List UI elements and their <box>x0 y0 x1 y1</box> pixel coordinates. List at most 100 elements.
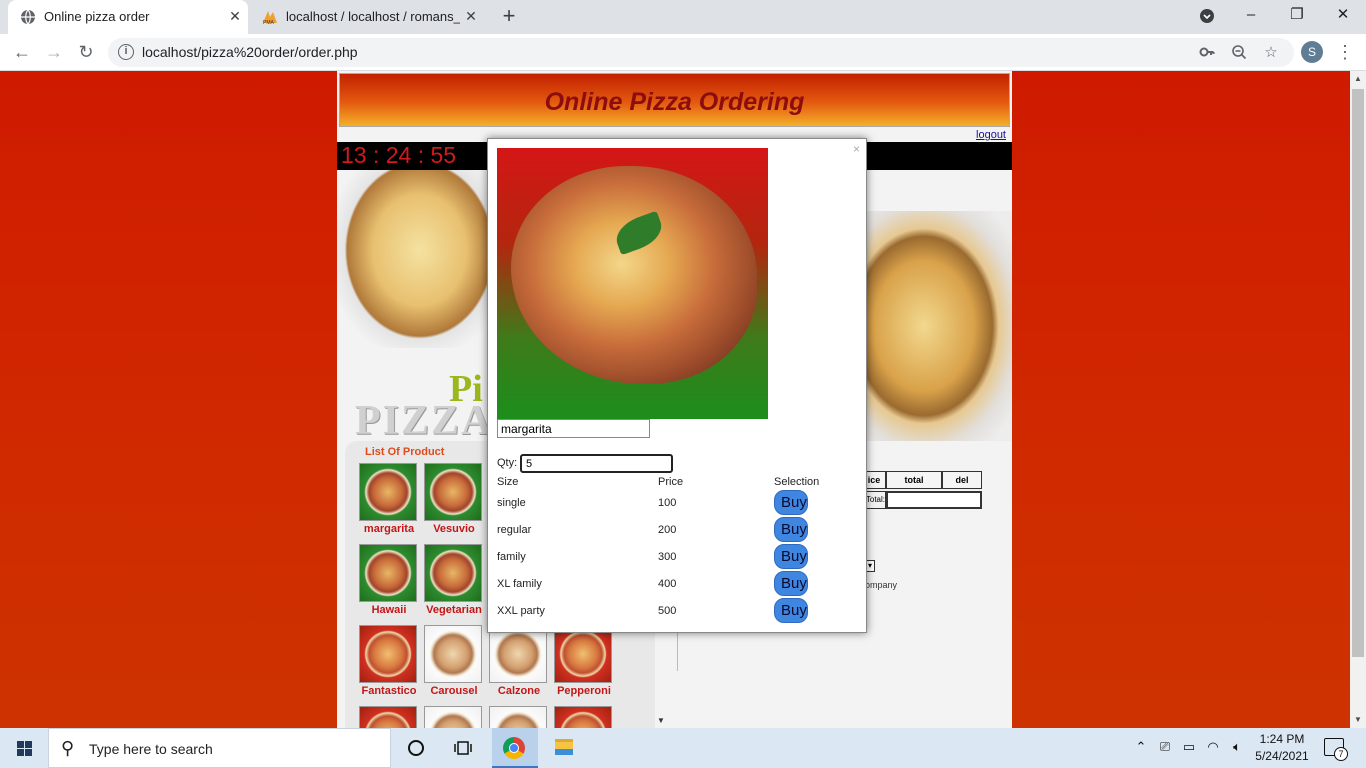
buy-button[interactable]: Buy <box>774 517 808 542</box>
product-image[interactable] <box>424 463 482 521</box>
start-button[interactable] <box>0 728 48 768</box>
browser-menu-icon[interactable]: ⋮ <box>1336 40 1354 64</box>
product-photo <box>497 148 768 419</box>
profile-avatar[interactable]: S <box>1301 41 1323 63</box>
product-card-fantastico[interactable]: Fantastico <box>359 625 419 697</box>
page-scrollbar[interactable]: ▲ ▼ <box>1350 71 1366 728</box>
product-card-vesuvio[interactable]: Vesuvio <box>424 463 484 535</box>
clock-date[interactable]: 5/24/2021 <box>1253 749 1311 763</box>
notification-count: 7 <box>1334 747 1348 761</box>
product-image[interactable] <box>359 706 417 728</box>
wifi-icon[interactable]: ◠ <box>1204 739 1222 755</box>
size-row: family 300 Buy <box>488 544 868 571</box>
panel-scroll-down-icon[interactable]: ▼ <box>657 716 665 725</box>
taskbar-search[interactable]: ⚲ Type here to search <box>48 728 391 768</box>
search-placeholder: Type here to search <box>89 741 213 757</box>
file-explorer-icon[interactable] <box>555 739 573 755</box>
product-image[interactable] <box>359 544 417 602</box>
product-name[interactable]: Fantastico <box>359 685 419 697</box>
buy-button[interactable]: Buy <box>774 598 808 623</box>
product-card-vegetarian[interactable]: Vegetarian <box>424 544 484 616</box>
buy-button[interactable]: Buy <box>774 571 808 596</box>
buy-button[interactable]: Buy <box>774 544 808 569</box>
clock-time[interactable]: 1:24 PM <box>1253 732 1311 746</box>
logout-link[interactable]: logout <box>976 129 1006 141</box>
qty-label: Qty: <box>497 457 518 469</box>
product-image[interactable] <box>424 706 482 728</box>
size-name: regular <box>497 524 532 536</box>
cortana-icon[interactable] <box>404 736 428 760</box>
forward-arrow-icon[interactable]: → <box>42 40 66 64</box>
minimize-button[interactable]: – <box>1228 0 1274 32</box>
tab-title: Online pizza order <box>44 9 150 24</box>
product-image[interactable] <box>359 625 417 683</box>
product-name[interactable]: Hawaii <box>359 604 419 616</box>
back-arrow-icon[interactable]: ← <box>10 40 34 64</box>
product-name[interactable]: margarita <box>359 523 419 535</box>
product-image[interactable] <box>424 544 482 602</box>
divider <box>677 631 678 671</box>
product-image[interactable] <box>554 706 612 728</box>
scrollbar-thumb[interactable] <box>1352 89 1364 657</box>
product-card-partial[interactable] <box>359 706 419 728</box>
new-tab-button[interactable]: + <box>498 5 520 28</box>
windows-logo-icon <box>17 749 24 756</box>
product-card-hawaii[interactable]: Hawaii <box>359 544 419 616</box>
globe-icon <box>20 9 36 25</box>
product-image[interactable] <box>359 463 417 521</box>
windows-logo-icon <box>17 741 24 748</box>
site-info-icon[interactable]: i <box>118 44 134 60</box>
product-card-margarita[interactable]: margarita <box>359 463 419 535</box>
product-card-pepperoni[interactable]: Pepperoni <box>554 625 614 697</box>
buy-button[interactable]: Buy <box>774 490 808 515</box>
scroll-up-icon[interactable]: ▲ <box>1350 71 1366 87</box>
scroll-down-icon[interactable]: ▼ <box>1350 712 1366 728</box>
close-tab-icon[interactable]: ✕ <box>226 7 244 25</box>
url-text[interactable]: localhost/pizza%20order/order.php <box>142 44 358 60</box>
size-name: XXL party <box>497 605 545 617</box>
product-card-carousel[interactable]: Carousel <box>424 625 484 697</box>
product-name[interactable]: Calzone <box>489 685 549 697</box>
size-price: 400 <box>658 578 677 590</box>
address-bar[interactable]: i localhost/pizza%20order/order.php ☆ <box>108 38 1294 67</box>
bookmark-star-icon[interactable]: ☆ <box>1262 44 1280 62</box>
zoom-icon[interactable] <box>1230 44 1248 62</box>
volume-icon[interactable]: 🔈︎ <box>1228 739 1246 755</box>
product-image[interactable] <box>424 625 482 683</box>
chevron-up-icon[interactable]: ⌃ <box>1132 739 1150 755</box>
product-name[interactable]: Pepperoni <box>554 685 614 697</box>
qty-input[interactable] <box>520 454 673 473</box>
product-name[interactable]: Carousel <box>424 685 484 697</box>
cart-total-field[interactable] <box>886 491 982 509</box>
battery-icon[interactable]: ▭ <box>1180 739 1198 755</box>
close-window-button[interactable]: ✕ <box>1320 0 1366 32</box>
product-card-calzone[interactable]: Calzone <box>489 625 549 697</box>
search-icon: ⚲ <box>61 738 75 758</box>
task-view-icon[interactable] <box>451 736 475 760</box>
company-label: ompany <box>865 580 898 590</box>
reload-icon[interactable]: ↻ <box>74 40 98 64</box>
product-card-partial[interactable] <box>424 706 484 728</box>
product-image[interactable] <box>554 625 612 683</box>
windows-logo-icon <box>25 749 32 756</box>
tab-online-pizza-order[interactable]: Online pizza order ✕ <box>8 0 248 34</box>
product-image[interactable] <box>489 625 547 683</box>
product-name-field[interactable] <box>497 419 650 438</box>
key-icon[interactable] <box>1198 44 1216 62</box>
product-name[interactable]: Vesuvio <box>424 523 484 535</box>
meet-now-icon[interactable]: ⎚ <box>1156 739 1174 755</box>
product-card-partial[interactable] <box>489 706 549 728</box>
tab-phpmyadmin[interactable]: PMA localhost / localhost / romans_db ✕ <box>250 0 490 34</box>
close-tab-icon[interactable]: ✕ <box>462 7 480 25</box>
product-card-partial[interactable] <box>554 706 614 728</box>
close-icon[interactable]: × <box>853 142 860 156</box>
product-name[interactable]: Vegetarian <box>424 604 484 616</box>
size-name: XL family <box>497 578 542 590</box>
taskbar-chrome[interactable] <box>492 728 538 768</box>
restore-button[interactable]: ❐ <box>1274 0 1320 32</box>
product-image[interactable] <box>489 706 547 728</box>
clock-display: 13 : 24 : 55 <box>341 142 457 168</box>
site-banner: Online Pizza Ordering <box>339 73 1010 127</box>
decorative-pizza-image-right <box>865 211 1012 441</box>
tab-search-dropdown-icon[interactable] <box>1184 0 1230 32</box>
